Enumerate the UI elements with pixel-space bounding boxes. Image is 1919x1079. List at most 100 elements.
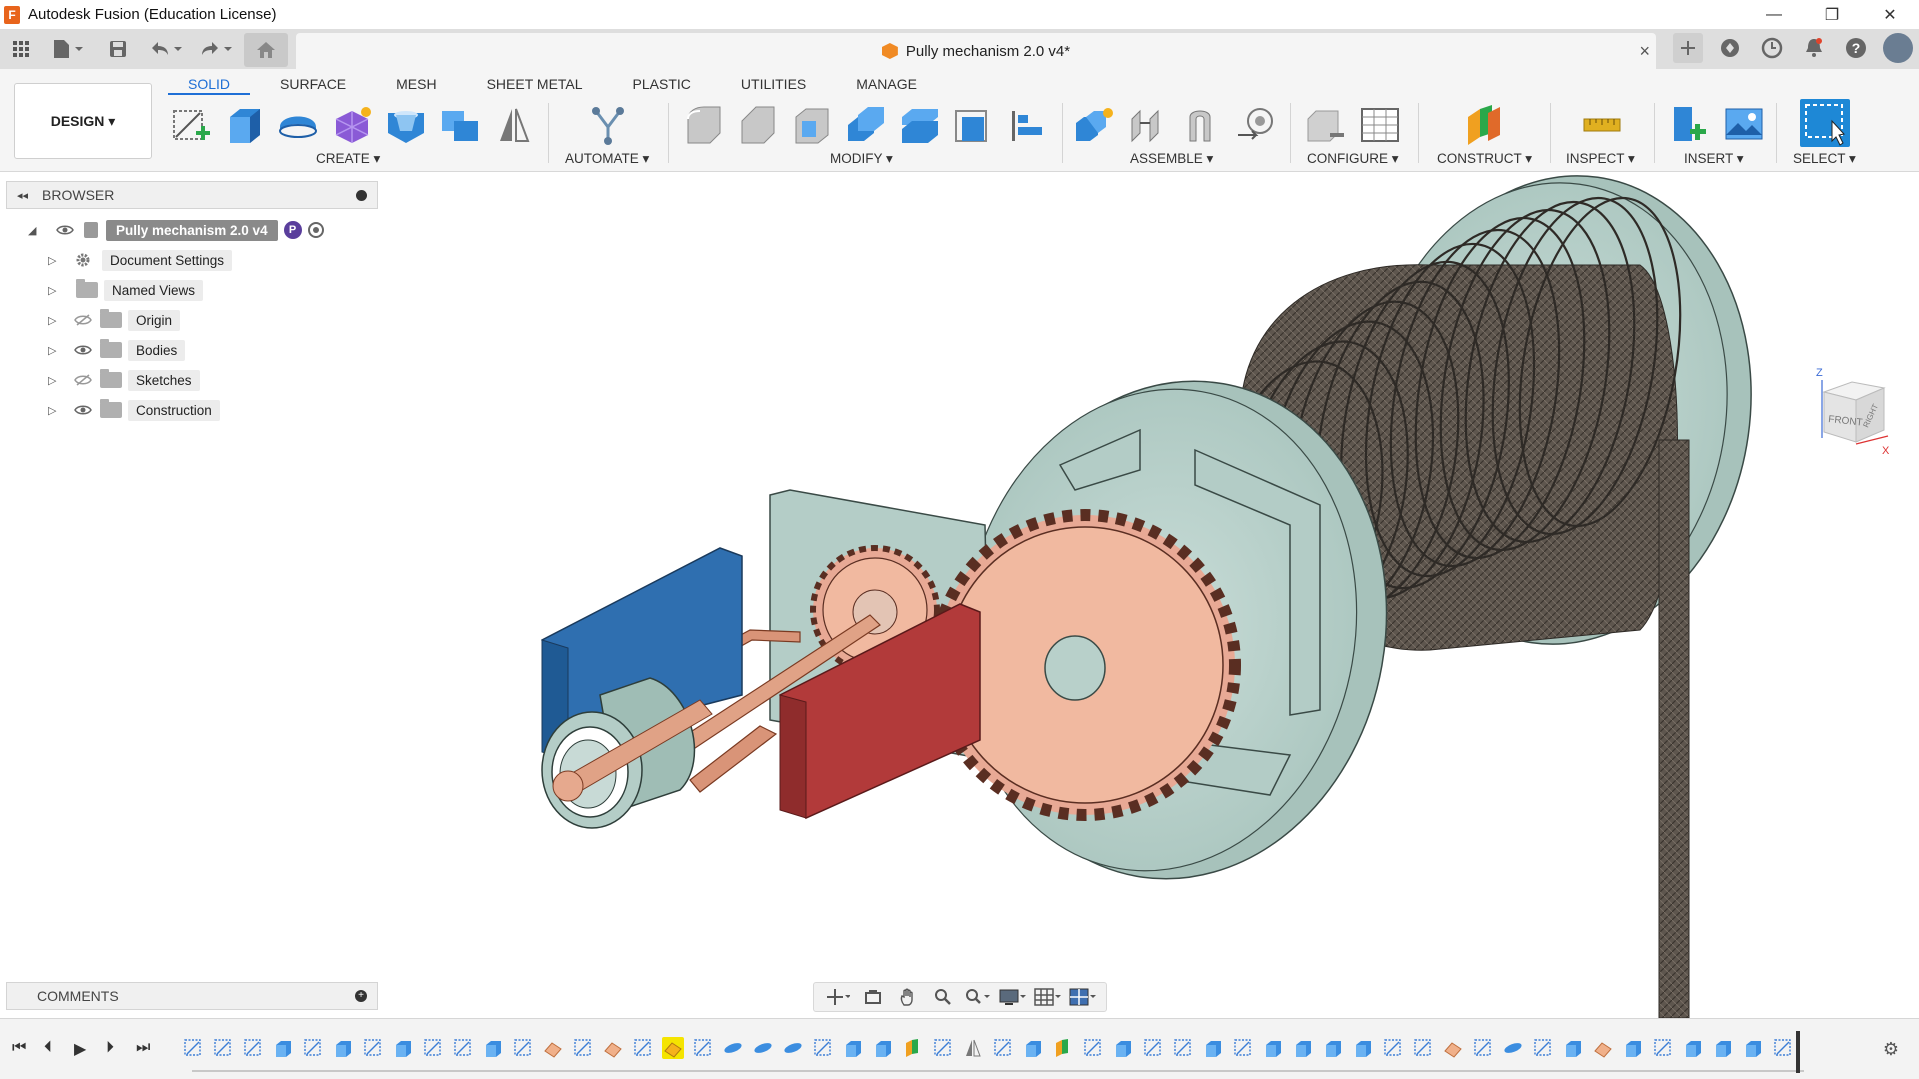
tab-plastic[interactable]: PLASTIC [613, 73, 711, 95]
browser-root-row[interactable]: ◢ Pully mechanism 2.0 v4 P [28, 218, 324, 242]
timeline-feature-sketch-icon[interactable] [422, 1037, 444, 1059]
home-icon[interactable] [244, 33, 288, 67]
timeline-feature-plane-icon[interactable] [1052, 1037, 1074, 1059]
document-tab[interactable]: Pully mechanism 2.0 v4* × [296, 33, 1656, 69]
tab-surface[interactable]: SURFACE [260, 73, 366, 95]
offset-plane-icon[interactable] [1462, 103, 1506, 147]
timeline-feature-sketch-icon[interactable] [452, 1037, 474, 1059]
extrude-icon[interactable] [222, 103, 266, 147]
close-tab-icon[interactable]: × [1639, 41, 1650, 62]
timeline-start-icon[interactable]: ⏮ [12, 1039, 26, 1057]
collapse-arrow-icon[interactable]: ◢ [28, 224, 40, 237]
save-icon[interactable] [106, 35, 130, 63]
pan-hand-icon[interactable] [894, 986, 922, 1008]
timeline-feature-sketch-icon[interactable] [212, 1037, 234, 1059]
new-tab-plus-icon[interactable] [1673, 33, 1703, 63]
pulley-model[interactable] [0, 172, 1919, 1019]
hidden-eye-icon[interactable] [72, 313, 94, 327]
offset-face-icon[interactable] [844, 103, 888, 147]
timeline-feature-sketch-icon[interactable] [932, 1037, 954, 1059]
timeline-feature-extrude-icon[interactable] [1322, 1037, 1344, 1059]
timeline-feature-sketch-icon[interactable] [1472, 1037, 1494, 1059]
modify-menu[interactable]: MODIFY ▾ [830, 151, 893, 167]
timeline-feature-extrude-icon[interactable] [1202, 1037, 1224, 1059]
tab-sheet-metal[interactable]: SHEET METAL [467, 73, 603, 95]
viewcube[interactable]: Z FRONT RIGHT X [1812, 366, 1902, 457]
joint-icon[interactable] [1126, 103, 1170, 147]
extensions-icon[interactable] [1715, 33, 1745, 63]
shell-icon[interactable] [790, 103, 834, 147]
visibility-eye-icon[interactable] [72, 343, 94, 357]
grid-settings-icon[interactable] [1033, 986, 1062, 1008]
select-tool-icon[interactable] [1800, 99, 1850, 147]
parameters-icon[interactable]: P [283, 221, 302, 239]
tab-solid[interactable]: SOLID [168, 73, 251, 95]
timeline-feature-sketch-icon[interactable] [182, 1037, 204, 1059]
scale-icon[interactable] [952, 103, 996, 147]
timeline-feature-sketch-icon[interactable] [242, 1037, 264, 1059]
expand-arrow-icon[interactable]: ▷ [48, 284, 60, 297]
timeline-feature-sketch-icon[interactable] [632, 1037, 654, 1059]
timeline-feature-combine-icon[interactable] [1442, 1037, 1464, 1059]
fillet-icon[interactable] [736, 103, 780, 147]
activate-radio-icon[interactable] [307, 222, 324, 238]
expand-arrow-icon[interactable]: ▷ [48, 374, 60, 387]
select-menu[interactable]: SELECT ▾ [1793, 151, 1856, 167]
minimize-button[interactable]: — [1745, 0, 1803, 29]
timeline-feature-sketch-icon[interactable] [1412, 1037, 1434, 1059]
add-comment-icon[interactable]: + [355, 990, 367, 1002]
browser-item-bodies[interactable]: ▷ Bodies [48, 338, 186, 362]
timeline-feature-plane-icon[interactable] [902, 1037, 924, 1059]
visibility-eye-icon[interactable] [72, 403, 94, 417]
configure-menu[interactable]: CONFIGURE ▾ [1307, 151, 1399, 167]
timeline-feature-sketch-icon[interactable] [1772, 1037, 1794, 1059]
timeline-feature-extrude-icon[interactable] [272, 1037, 294, 1059]
timeline-feature-extrude-icon[interactable] [1292, 1037, 1314, 1059]
3d-viewport[interactable]: Z FRONT RIGHT X [0, 172, 1919, 1019]
expand-arrow-icon[interactable]: ▷ [48, 344, 60, 357]
timeline-feature-sketch-icon[interactable] [1232, 1037, 1254, 1059]
timeline-feature-sketch-icon[interactable] [512, 1037, 534, 1059]
timeline-feature-extrude-icon[interactable] [332, 1037, 354, 1059]
app-grid-icon[interactable] [8, 35, 34, 63]
expand-arrow-icon[interactable]: ▷ [48, 254, 60, 267]
combine-icon[interactable] [438, 103, 482, 147]
timeline-feature-extrude-icon[interactable] [1562, 1037, 1584, 1059]
comments-panel[interactable]: COMMENTS + [6, 982, 378, 1010]
timeline-feature-extrude-icon[interactable] [1712, 1037, 1734, 1059]
hidden-eye-icon[interactable] [72, 373, 94, 387]
close-window-button[interactable]: ✕ [1861, 0, 1919, 29]
notifications-bell-icon[interactable] [1799, 33, 1829, 63]
fit-zoom-icon[interactable] [964, 986, 992, 1008]
measure-icon[interactable] [1580, 103, 1624, 147]
timeline-feature-sketch-icon[interactable] [992, 1037, 1014, 1059]
browser-root-label[interactable]: Pully mechanism 2.0 v4 [106, 219, 278, 241]
collapse-panel-icon[interactable]: ◂◂ [17, 189, 28, 202]
tab-manage[interactable]: MANAGE [836, 73, 937, 95]
timeline-feature-combine-icon[interactable] [1592, 1037, 1614, 1059]
timeline-feature-extrude-icon[interactable] [1022, 1037, 1044, 1059]
timeline-feature-extrude-icon[interactable] [842, 1037, 864, 1059]
timeline-feature-combine-icon[interactable] [542, 1037, 564, 1059]
timeline-feature-cylinder-icon[interactable] [752, 1037, 774, 1059]
visibility-eye-icon[interactable] [54, 223, 76, 237]
motion-link-icon[interactable] [1234, 103, 1278, 147]
split-body-icon[interactable] [898, 103, 942, 147]
look-at-icon[interactable] [859, 986, 887, 1008]
timeline-feature-extrude-icon[interactable] [1262, 1037, 1284, 1059]
timeline-feature-extrude-icon[interactable] [1622, 1037, 1644, 1059]
new-component-icon[interactable] [1072, 103, 1116, 147]
timeline-feature-extrude-icon[interactable] [392, 1037, 414, 1059]
workspace-switcher-button[interactable]: DESIGN ▾ [14, 83, 152, 159]
timeline-feature-sketch-icon[interactable] [1652, 1037, 1674, 1059]
minimize-panel-icon[interactable] [356, 190, 367, 201]
timeline-marker[interactable] [1796, 1031, 1800, 1073]
insert-canvas-icon[interactable] [1722, 103, 1766, 147]
browser-item-sketches[interactable]: ▷ Sketches [48, 368, 200, 392]
configuration-table-icon[interactable] [1358, 103, 1402, 147]
timeline-feature-mirror-icon[interactable] [962, 1037, 984, 1059]
timeline-end-icon[interactable]: ⏭ [136, 1039, 150, 1057]
timeline-feature-combine-icon[interactable] [602, 1037, 624, 1059]
job-status-icon[interactable] [1757, 33, 1787, 63]
timeline-feature-sketch-icon[interactable] [1532, 1037, 1554, 1059]
